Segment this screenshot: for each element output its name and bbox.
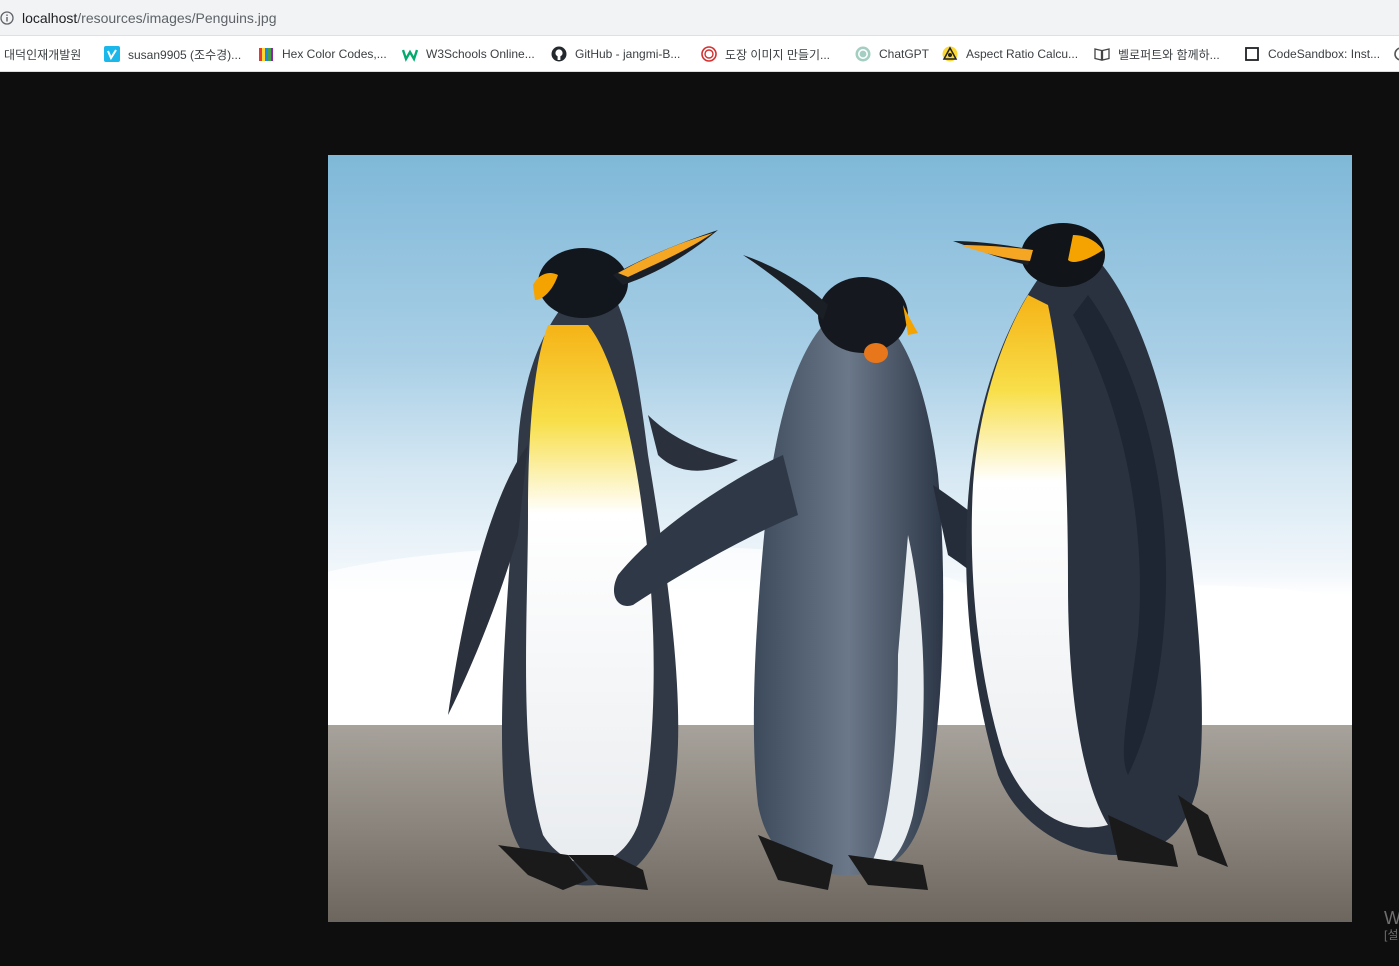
watermark-line1: W [1384,908,1399,928]
bookmark-susan9905[interactable]: susan9905 (조수경)... [104,45,241,63]
image-viewer: W [설 [0,72,1399,966]
url-text[interactable]: localhost/resources/images/Penguins.jpg [22,9,277,27]
url-path: /resources/images/Penguins.jpg [77,10,277,26]
book-icon [1094,48,1110,61]
bookmark-label: W3Schools Online... [426,47,535,61]
bookmark-label: CodeSandbox: Inst... [1268,47,1381,61]
bookmark-label: Hex Color Codes,... [282,47,387,61]
url-host: localhost [22,10,78,26]
bookmark-hex-color-codes[interactable]: Hex Color Codes,... [258,45,387,63]
bookmark-aspect-ratio[interactable]: Aspect Ratio Calcu... [942,45,1078,63]
bookmark-label: ChatGPT [879,47,930,61]
vimeo-v-icon [104,46,120,62]
stamp-icon [701,46,717,62]
github-icon [551,46,567,62]
bookmark-w3schools[interactable]: W3Schools Online... [402,45,535,63]
bookmark-label: Aspect Ratio Calcu... [966,47,1079,61]
address-bar[interactable]: localhost/resources/images/Penguins.jpg [0,0,1399,36]
codesandbox-icon [1245,47,1259,61]
windows-activation-watermark: W [설 [1384,908,1399,942]
bookmark-daedeok[interactable]: 대덕인재개발원 [4,45,81,63]
bookmark-label: 벨로퍼트와 함께하... [1118,47,1220,62]
chatgpt-icon [855,46,871,62]
color-book-icon [259,48,273,61]
aspect-ratio-icon [942,46,958,62]
bookmark-label: 도장 이미지 만들기... [725,47,830,62]
bookmark-velopert[interactable]: 벨로퍼트와 함께하... [1094,45,1220,63]
overflow-favicon-icon [1394,47,1399,61]
bookmark-overflow[interactable] [1393,45,1399,63]
penguins-photo[interactable] [328,155,1352,922]
watermark-line2: [설 [1384,928,1399,942]
w3schools-icon [402,49,418,62]
bookmark-label: 대덕인재개발원 [4,47,82,62]
info-icon[interactable] [0,11,14,25]
bookmarks-bar: 대덕인재개발원 susan9905 (조수경)... Hex Color Cod… [0,36,1399,72]
penguins-image [328,155,1352,922]
bookmark-stamp-maker[interactable]: 도장 이미지 만들기... [701,45,830,63]
bookmark-label: susan9905 (조수경)... [128,47,242,62]
bookmark-chatgpt[interactable]: ChatGPT [855,45,929,63]
bookmark-github[interactable]: GitHub - jangmi-B... [551,45,680,63]
bookmark-label: GitHub - jangmi-B... [575,47,681,61]
bookmark-codesandbox[interactable]: CodeSandbox: Inst... [1244,45,1380,63]
